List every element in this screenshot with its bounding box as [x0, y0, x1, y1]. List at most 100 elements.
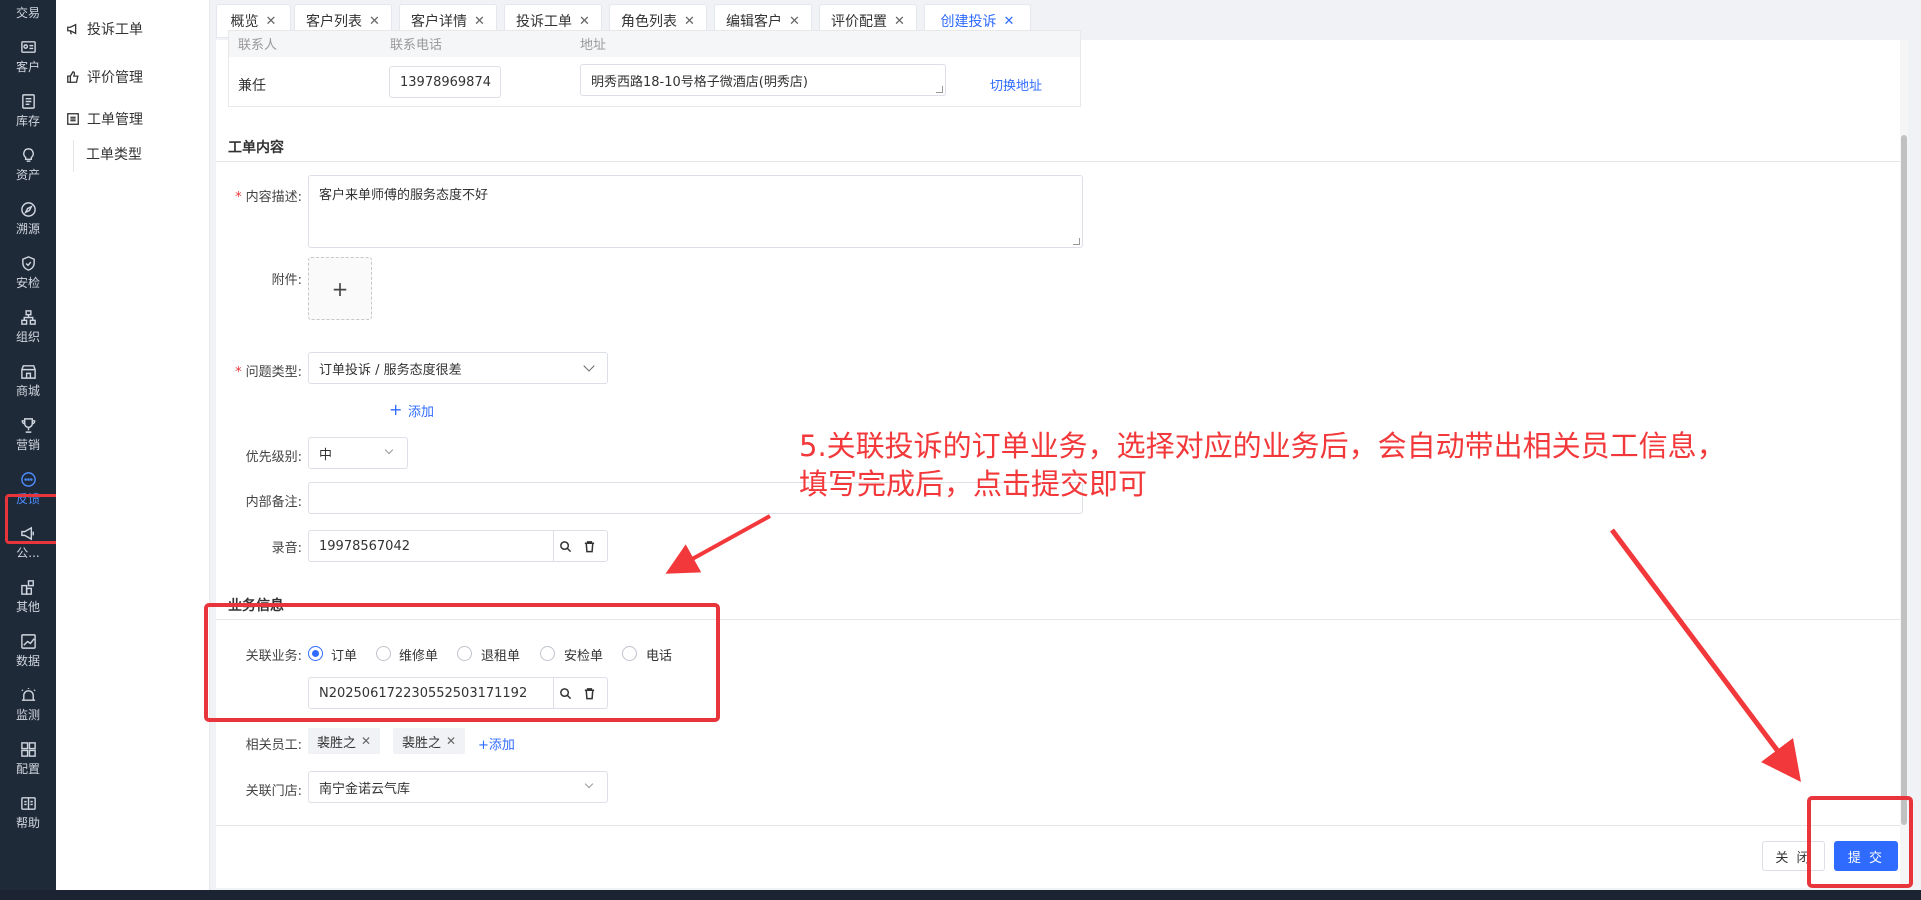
contact-phone-input[interactable]: 13978969874	[389, 66, 501, 98]
close-icon[interactable]: ✕	[369, 14, 380, 29]
taskbar	[0, 890, 1921, 900]
tab-label: 客户列表	[306, 14, 363, 30]
nav-item-7[interactable]: 商城	[0, 352, 56, 404]
close-icon[interactable]: ✕	[474, 14, 485, 29]
nav-item-label: 溯源	[15, 222, 40, 236]
chart-icon	[20, 634, 36, 649]
tab-label: 创建投诉	[940, 14, 997, 30]
nav-item-6[interactable]: 组织	[0, 298, 56, 350]
attach-label: 附件:	[271, 273, 302, 288]
list-box-icon	[67, 113, 79, 125]
resize-handle[interactable]	[936, 86, 943, 93]
nav-item-label: 客户	[15, 60, 40, 74]
record-value: 19978567042	[319, 538, 410, 554]
nav-item-14[interactable]: 配置	[0, 730, 56, 782]
desc-textarea[interactable]: 客户来单师傅的服务态度不好	[308, 175, 1083, 248]
nav-item-12[interactable]: 数据	[0, 622, 56, 674]
desc-value: 客户来单师傅的服务态度不好	[319, 188, 489, 203]
inventory-icon	[21, 94, 35, 109]
add-issue-link[interactable]: 添加	[408, 401, 434, 420]
related-staff-label: 相关员工:	[245, 738, 302, 753]
nav-item-0[interactable]: 交易	[0, 0, 56, 26]
nav-item-13[interactable]: 监测	[0, 676, 56, 728]
nav-item-label: 资产	[15, 168, 40, 182]
search-button[interactable]	[553, 531, 577, 561]
add-staff-link[interactable]: +添加	[478, 734, 515, 753]
attachment-upload-button[interactable]: +	[308, 257, 372, 320]
bulb-icon	[22, 148, 34, 162]
close-icon[interactable]: ✕	[266, 14, 277, 29]
annotation-highlight-submit	[1807, 796, 1913, 888]
nav-item-label: 安检	[15, 276, 40, 290]
tab-label: 角色列表	[621, 14, 678, 30]
nav-item-label: 数据	[15, 654, 40, 668]
subnav-item-ticket-mgmt[interactable]: 工单管理	[66, 108, 143, 130]
resize-handle[interactable]	[1073, 238, 1080, 245]
store-select[interactable]: 南宁金诺云气库	[308, 771, 608, 803]
nav-item-4[interactable]: 溯源	[0, 190, 56, 242]
close-icon[interactable]: ✕	[684, 14, 695, 29]
nav-item-label: 组织	[15, 330, 40, 344]
nav-item-1[interactable]: 客户	[0, 28, 56, 80]
close-icon[interactable]: ✕	[789, 14, 800, 29]
store-value: 南宁金诺云气库	[319, 781, 411, 797]
plus-icon[interactable]: +	[389, 400, 402, 419]
nav-item-label: 营销	[15, 438, 40, 452]
delete-button[interactable]	[577, 531, 601, 561]
shield-icon	[21, 256, 35, 271]
annotation-line-1: 5.关联投诉的订单业务，选择对应的业务后，会自动带出相关员工信息，	[799, 429, 1726, 463]
tab-label: 客户详情	[411, 14, 468, 30]
subnav-label: 投诉工单	[87, 22, 143, 38]
tab-label: 概览	[230, 14, 259, 30]
nav-item-label: 交易	[15, 6, 40, 20]
annotation-highlight-business	[204, 603, 720, 722]
grid-icon	[20, 742, 36, 757]
staff-tag: 裴胜之 ✕	[308, 728, 381, 754]
nav-item-label: 商城	[15, 384, 40, 398]
book-icon	[20, 797, 36, 810]
scrollbar-thumb[interactable]	[1901, 135, 1907, 825]
switch-address-link[interactable]: 切换地址	[990, 75, 1042, 94]
nav-item-11[interactable]: 其他	[0, 568, 56, 620]
trophy-icon	[21, 418, 35, 433]
nav-item-3[interactable]: 资产	[0, 136, 56, 188]
nav-item-8[interactable]: 营销	[0, 406, 56, 458]
contact-name: 兼任	[238, 78, 266, 94]
nav-item-label: 配置	[15, 762, 40, 776]
subnav-tree-line	[73, 140, 74, 172]
tab-label: 投诉工单	[516, 14, 573, 30]
subnav-label: 评价管理	[87, 70, 143, 86]
annotation-line-2: 填写完成后，点击提交即可	[799, 467, 1148, 501]
priority-select[interactable]: 中	[308, 437, 408, 469]
staff-tag: 裴胜之 ✕	[393, 728, 466, 754]
contact-address-input[interactable]: 明秀西路18-10号格子微酒店(明秀店)	[580, 64, 946, 96]
nav-item-label: 公...	[16, 546, 40, 560]
nav-item-2[interactable]: 库存	[0, 82, 56, 134]
footer-divider	[216, 825, 1900, 826]
subnav-item-ticket-type[interactable]: 工单类型	[86, 143, 142, 165]
issue-type-select[interactable]: 订单投诉 / 服务态度很差	[308, 352, 608, 384]
plus-icon: +	[331, 276, 349, 301]
subnav-item-complaint[interactable]: 投诉工单	[66, 18, 143, 40]
nav-item-label: 帮助	[15, 816, 40, 830]
subnav-item-rating[interactable]: 评价管理	[66, 66, 143, 88]
megaphone-icon	[67, 23, 77, 35]
close-icon[interactable]: ✕	[361, 734, 371, 748]
trash-icon	[584, 540, 594, 552]
close-icon[interactable]: ✕	[894, 14, 905, 29]
tutorial-annotation: 5.关联投诉的订单业务，选择对应的业务后，会自动带出相关员工信息， 填写完成后，…	[799, 427, 1726, 503]
subnav-label: 工单类型	[86, 147, 142, 163]
close-icon[interactable]: ✕	[1004, 14, 1015, 29]
annotation-highlight-feedback	[5, 494, 63, 544]
close-icon[interactable]: ✕	[446, 734, 456, 748]
tab-label: 编辑客户	[726, 14, 783, 30]
col-contact: 联系人	[238, 38, 278, 53]
required-mark: *	[235, 365, 242, 380]
nav-item-5[interactable]: 安检	[0, 244, 56, 296]
org-icon	[20, 310, 36, 325]
compass-icon	[20, 202, 36, 217]
customer-card-icon	[20, 41, 36, 53]
nav-item-15[interactable]: 帮助	[0, 784, 56, 836]
priority-label: 优先级别:	[245, 450, 302, 465]
close-icon[interactable]: ✕	[579, 14, 590, 29]
